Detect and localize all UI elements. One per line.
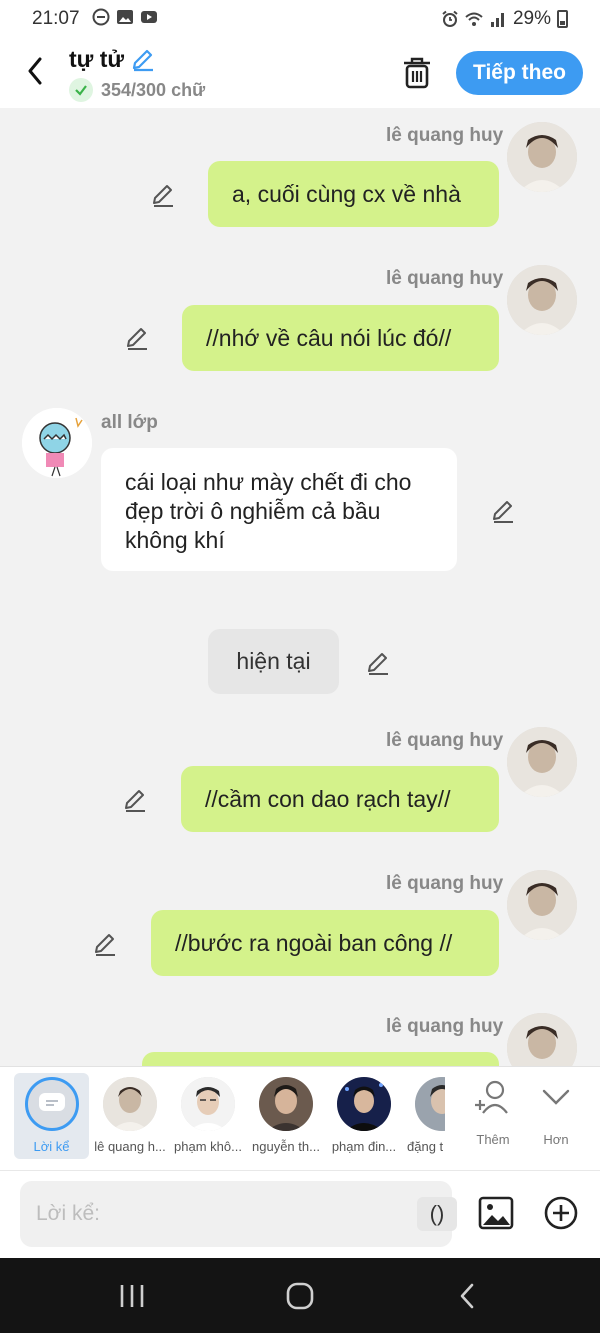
gallery-icon <box>117 10 133 24</box>
message-text: cái loại như mày chết đi cho đẹp trời ô … <box>125 469 412 553</box>
message-input[interactable] <box>36 1197 396 1231</box>
character-name: đặng t <box>407 1139 444 1154</box>
message-input-box[interactable]: () <box>20 1181 457 1247</box>
alarm-icon <box>442 10 458 27</box>
trash-icon[interactable] <box>401 56 433 90</box>
sender-name: lê quang huy <box>386 268 504 289</box>
story-title: tự tử <box>69 46 125 72</box>
sender-name: lê quang huy <box>386 125 504 146</box>
sender-name: all lớp <box>101 412 158 433</box>
avatar[interactable] <box>22 408 92 478</box>
message-text: //bước ra ngoài ban công // <box>175 929 453 956</box>
avatar[interactable] <box>507 727 577 797</box>
back-button[interactable] <box>20 54 50 88</box>
add-label: Thêm <box>476 1132 510 1147</box>
avatar <box>415 1077 445 1131</box>
character-name: phạm khô... <box>174 1139 242 1154</box>
home-icon[interactable] <box>285 1282 315 1310</box>
chat-area: lê quang huy a, cuối cùng cx về nhà lê q… <box>0 108 600 1066</box>
edit-message-icon[interactable] <box>122 787 148 813</box>
sender-name: lê quang huy <box>386 1016 504 1037</box>
wifi-icon <box>465 12 483 26</box>
do-not-disturb-icon <box>92 8 110 26</box>
recent-apps-icon[interactable] <box>117 1282 147 1310</box>
message-bubble[interactable]: //nhớ về câu nói lúc đó// <box>182 305 499 371</box>
battery-percent: 29% <box>512 8 551 29</box>
add-person-icon <box>475 1080 508 1114</box>
message-bubble[interactable]: a, cuối cùng cx về nhà <box>208 161 499 227</box>
character-item[interactable]: phạm đin... <box>325 1073 403 1159</box>
character-bar: Lời kể lê quang h... phạm khô... nguyễn … <box>0 1066 600 1170</box>
narrator-label: Lời kể <box>33 1139 70 1154</box>
battery-icon <box>557 10 568 28</box>
message-bubble[interactable]: //bước ra ngoài ban công // <box>151 910 499 976</box>
narration-bubble[interactable]: hiện tại <box>208 629 339 694</box>
character-item[interactable]: phạm khô... <box>169 1073 247 1159</box>
character-item[interactable]: lê quang h... <box>91 1073 169 1159</box>
message-text: a, cuối cùng cx về nhà <box>232 180 461 207</box>
sender-name: lê quang huy <box>386 873 504 894</box>
message-bubble[interactable]: //cầm con dao rạch tay// <box>181 766 499 832</box>
edit-message-icon[interactable] <box>490 498 516 524</box>
character-count: 354/300 chữ <box>101 79 206 100</box>
avatar <box>337 1077 391 1131</box>
signal-icon <box>490 13 504 27</box>
chevron-left-icon <box>28 57 42 85</box>
character-name: nguyễn th... <box>252 1139 320 1154</box>
sender-name: lê quang huy <box>386 730 504 751</box>
speech-bubble-icon <box>38 1093 65 1111</box>
narration-text: hiện tại <box>236 648 311 674</box>
add-icon[interactable] <box>544 1196 578 1230</box>
message-text: //cầm con dao rạch tay// <box>205 785 451 812</box>
avatar <box>103 1077 157 1131</box>
check-icon <box>69 78 93 102</box>
character-item[interactable]: nguyễn th... <box>247 1073 325 1159</box>
character-name: lê quang h... <box>94 1139 166 1154</box>
parenthesis-button[interactable]: () <box>417 1197 457 1231</box>
message-bubble[interactable]: cái loại như mày chết đi cho đẹp trời ô … <box>101 448 457 571</box>
character-name: phạm đin... <box>331 1139 397 1154</box>
message-bubble[interactable] <box>142 1052 499 1066</box>
status-bar: 21:07 29% <box>0 0 600 36</box>
back-nav-icon[interactable] <box>453 1282 483 1310</box>
avatar[interactable] <box>507 265 577 335</box>
chevron-down-icon <box>542 1089 570 1105</box>
header: tự tử 354/300 chữ Tiếp theo <box>0 36 600 108</box>
edit-message-icon[interactable] <box>150 182 176 208</box>
message-text: //nhớ về câu nói lúc đó// <box>206 324 452 351</box>
status-time: 21:07 <box>32 8 80 29</box>
avatar <box>181 1077 235 1131</box>
more-label: Hơn <box>543 1132 569 1147</box>
character-item[interactable]: đặng t <box>403 1073 445 1159</box>
avatar[interactable] <box>507 1013 577 1066</box>
next-button[interactable]: Tiếp theo <box>456 51 583 95</box>
narrator-selector[interactable]: Lời kể <box>14 1073 89 1159</box>
system-nav-bar <box>0 1258 600 1333</box>
avatar[interactable] <box>507 122 577 192</box>
input-bar: () <box>0 1170 600 1258</box>
more-button[interactable]: Hơn <box>526 1079 586 1147</box>
youtube-icon <box>141 11 157 23</box>
image-icon[interactable] <box>478 1195 514 1231</box>
edit-message-icon[interactable] <box>365 650 391 676</box>
edit-message-icon[interactable] <box>124 325 150 351</box>
edit-message-icon[interactable] <box>92 931 118 957</box>
edit-title-icon[interactable] <box>130 46 156 72</box>
avatar <box>259 1077 313 1131</box>
add-character-button[interactable]: Thêm <box>463 1079 523 1147</box>
avatar[interactable] <box>507 870 577 940</box>
